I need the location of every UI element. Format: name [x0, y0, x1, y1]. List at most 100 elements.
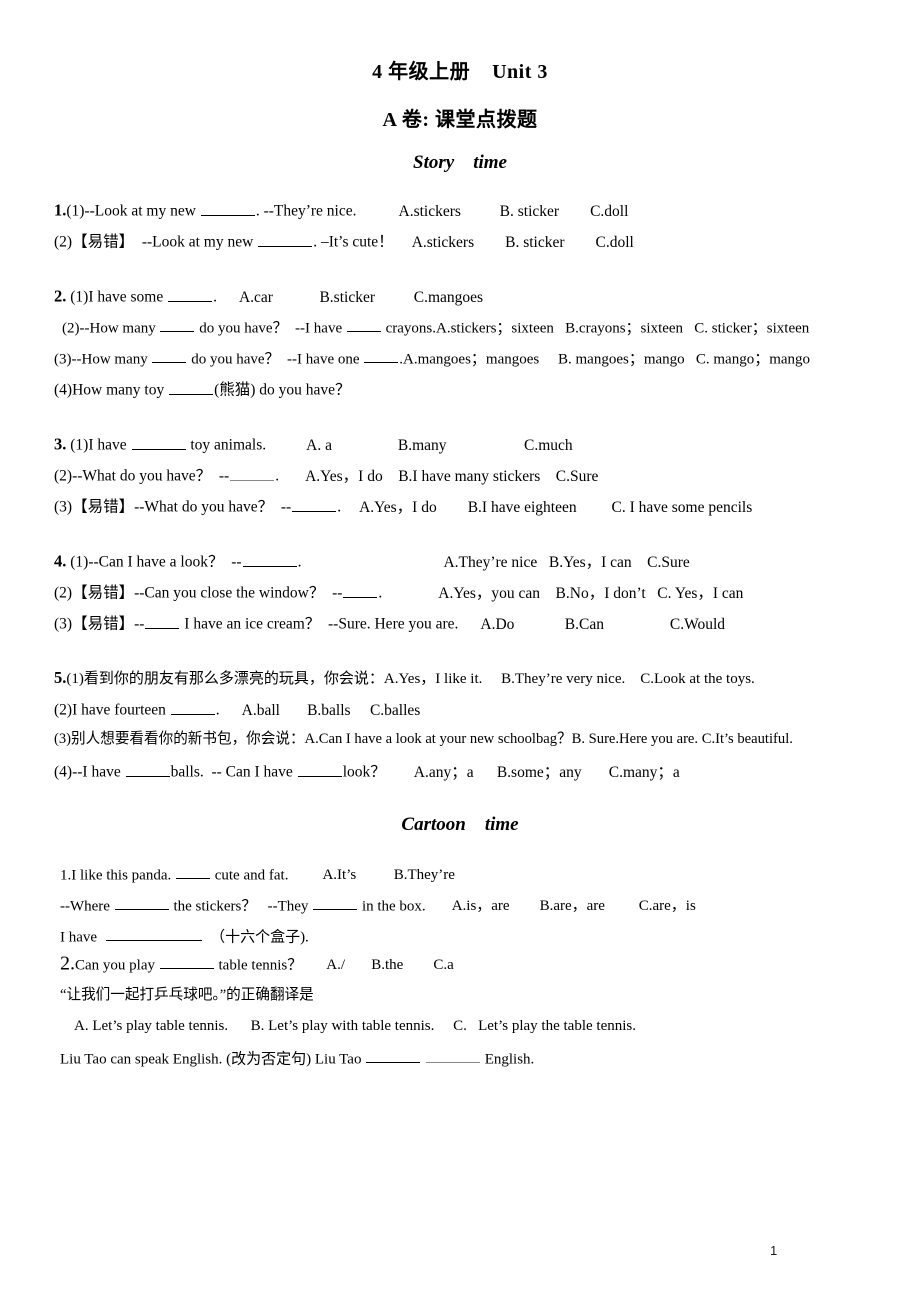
section-heading-cartoon: Cartoon time	[401, 814, 519, 835]
answer-blank[interactable]	[297, 761, 342, 777]
answer-blank[interactable]	[425, 1048, 480, 1064]
question-2-3: (3)--How many do you have？ --I have one …	[54, 348, 810, 369]
cartoon-question-1-line-1: 1.I like this panda. cute and fat. A.It’s…	[60, 864, 455, 885]
stem-text: --What do you have？ --	[134, 498, 292, 516]
option-list: A.They’re nice B.Yes，I can C.Sure	[443, 553, 690, 571]
answer-blank[interactable]	[145, 613, 180, 629]
stem-text: .	[213, 288, 217, 306]
answer-blank[interactable]	[175, 864, 210, 880]
stem-text: (熊猫) do you have？	[214, 381, 351, 399]
stem-text: the stickers？ --They	[169, 898, 313, 915]
answer-blank[interactable]	[364, 348, 399, 364]
item-label: (1)	[70, 553, 89, 571]
question-5-3: (3)别人想要看看你的新书包，你会说：A.Can I have a look a…	[54, 730, 793, 749]
option-list: A.is，are B.are，are C.are，is	[451, 898, 696, 915]
question-5-1: 5.(1)看到你的朋友有那么多漂亮的玩具，你会说：A.Yes，I like it…	[54, 668, 755, 689]
stem-text: --	[134, 615, 145, 633]
cartoon-question-2-line-2: “让我们一起打乒乓球吧。”的正确翻译是	[60, 987, 314, 1003]
answer-blank[interactable]	[292, 496, 337, 512]
stem-text: .	[275, 467, 280, 485]
answer-blank[interactable]	[105, 926, 202, 942]
stem-text: --I have	[72, 763, 125, 781]
item-label: (1)	[66, 671, 84, 687]
stem-text: I have	[60, 929, 105, 946]
stem-text: --Look at my new	[134, 233, 258, 251]
stem-text: Can you play	[75, 957, 159, 974]
section-heading-story: Story time	[413, 152, 507, 173]
item-label: (3)	[54, 731, 72, 747]
question-4-1: 4. (1)--Can I have a look？ --. A.They’re …	[54, 551, 690, 572]
option-list: A.Yes，I like it. B.They’re very nice. C.…	[383, 671, 755, 687]
answer-blank[interactable]	[242, 551, 297, 567]
question-number-4: 4.	[54, 551, 67, 571]
stem-text	[421, 1051, 425, 1067]
answer-blank[interactable]	[366, 1048, 421, 1064]
answer-blank[interactable]	[230, 465, 275, 481]
answer-blank[interactable]	[125, 761, 170, 777]
item-label: (2)【易错】	[54, 233, 135, 251]
question-3-2: (2)--What do you have？ --. A.Yes，I do B.I…	[54, 465, 598, 486]
item-label: (1)	[70, 288, 89, 306]
paper-subtitle: A 卷: 课堂点拨题	[382, 109, 538, 131]
stem-text: Liu Tao can speak English. (改为否定句) Liu T…	[60, 1051, 366, 1068]
stem-text: --Look at my new	[84, 202, 200, 220]
stem-text: 别人想要看看你的新书包，你会说：	[71, 731, 305, 747]
stem-text: I have some	[88, 288, 168, 306]
answer-blank[interactable]	[169, 379, 214, 395]
cartoon-question-2-line-4: Liu Tao can speak English. (改为否定句) Liu T…	[60, 1048, 534, 1069]
stem-text: table tennis？	[214, 957, 303, 974]
item-label: (2)【易错】	[54, 584, 135, 602]
stem-text: look？	[342, 763, 386, 781]
question-2-2: (2)--How many do you have？ --I have cray…	[62, 317, 809, 338]
stem-text: （十六个盒子).	[202, 929, 309, 946]
stem-text: .	[337, 498, 342, 516]
option-list: A.It’s B.They’re	[322, 867, 455, 884]
answer-blank[interactable]	[200, 200, 255, 216]
stem-text: --How many	[79, 320, 160, 337]
stem-text: I have an ice cream？ --Sure. Here you ar…	[180, 615, 459, 633]
question-4-3: (3)【易错】-- I have an ice cream？ --Sure. H…	[54, 613, 725, 634]
answer-blank[interactable]	[346, 317, 381, 333]
item-label: (3)【易错】	[54, 498, 135, 516]
stem-text: . –It’s cute！	[313, 233, 394, 251]
answer-blank[interactable]	[159, 954, 214, 970]
answer-blank[interactable]	[131, 434, 186, 450]
question-2-4: (4)How many toy (熊猫) do you have？	[54, 379, 351, 400]
item-label: (2)	[62, 320, 80, 337]
stem-text: .	[297, 553, 302, 571]
option-list: A.Yes，I do B.I have many stickers C.Sure	[305, 467, 599, 485]
question-number-3: 3.	[54, 434, 67, 454]
stem-text: cute and fat.	[210, 867, 289, 884]
item-label: (4)	[54, 381, 73, 399]
question-number-c2: 2.	[60, 952, 75, 975]
answer-blank[interactable]	[114, 895, 169, 911]
item-label: (3)【易错】	[54, 615, 135, 633]
stem-text: balls. -- Can I have	[170, 763, 297, 781]
option-list: A.Can I have a look at your new schoolba…	[304, 731, 793, 747]
answer-blank[interactable]	[343, 582, 378, 598]
stem-text: toy animals.	[186, 436, 267, 454]
option-list: A./ B.the C.a	[326, 957, 454, 974]
question-5-2: (2)I have fourteen . A.ball B.balls C.bal…	[54, 699, 420, 720]
item-label: (1)	[66, 202, 85, 220]
answer-blank[interactable]	[313, 895, 358, 911]
answer-blank[interactable]	[170, 699, 215, 715]
item-label: (2)	[54, 467, 73, 485]
option-list: A.any；a B.some；any C.many；a	[413, 763, 680, 781]
stem-text: --What do you have？ --	[72, 467, 230, 485]
worksheet-page: 4 年级上册 Unit 3 A 卷: 课堂点拨题 Story time 1.(1…	[0, 0, 920, 1302]
answer-blank[interactable]	[168, 286, 213, 302]
stem-text: English.	[480, 1051, 535, 1068]
answer-blank[interactable]	[160, 317, 195, 333]
option-list: A.car B.sticker C.mangoes	[238, 288, 484, 306]
stem-text: crayons.	[381, 320, 437, 337]
item-label: (3)	[54, 351, 72, 368]
item-label: (2)	[54, 701, 73, 719]
item-label: (4)	[54, 763, 73, 781]
option-list: A.ball B.balls C.balles	[241, 701, 421, 719]
stem-text: 看到你的朋友有那么多漂亮的玩具，你会说：	[83, 671, 384, 687]
answer-blank[interactable]	[152, 348, 187, 364]
answer-blank[interactable]	[258, 231, 313, 247]
option-list: A. a B.many C.much	[306, 436, 573, 454]
question-number-c1: 1.	[60, 867, 72, 884]
